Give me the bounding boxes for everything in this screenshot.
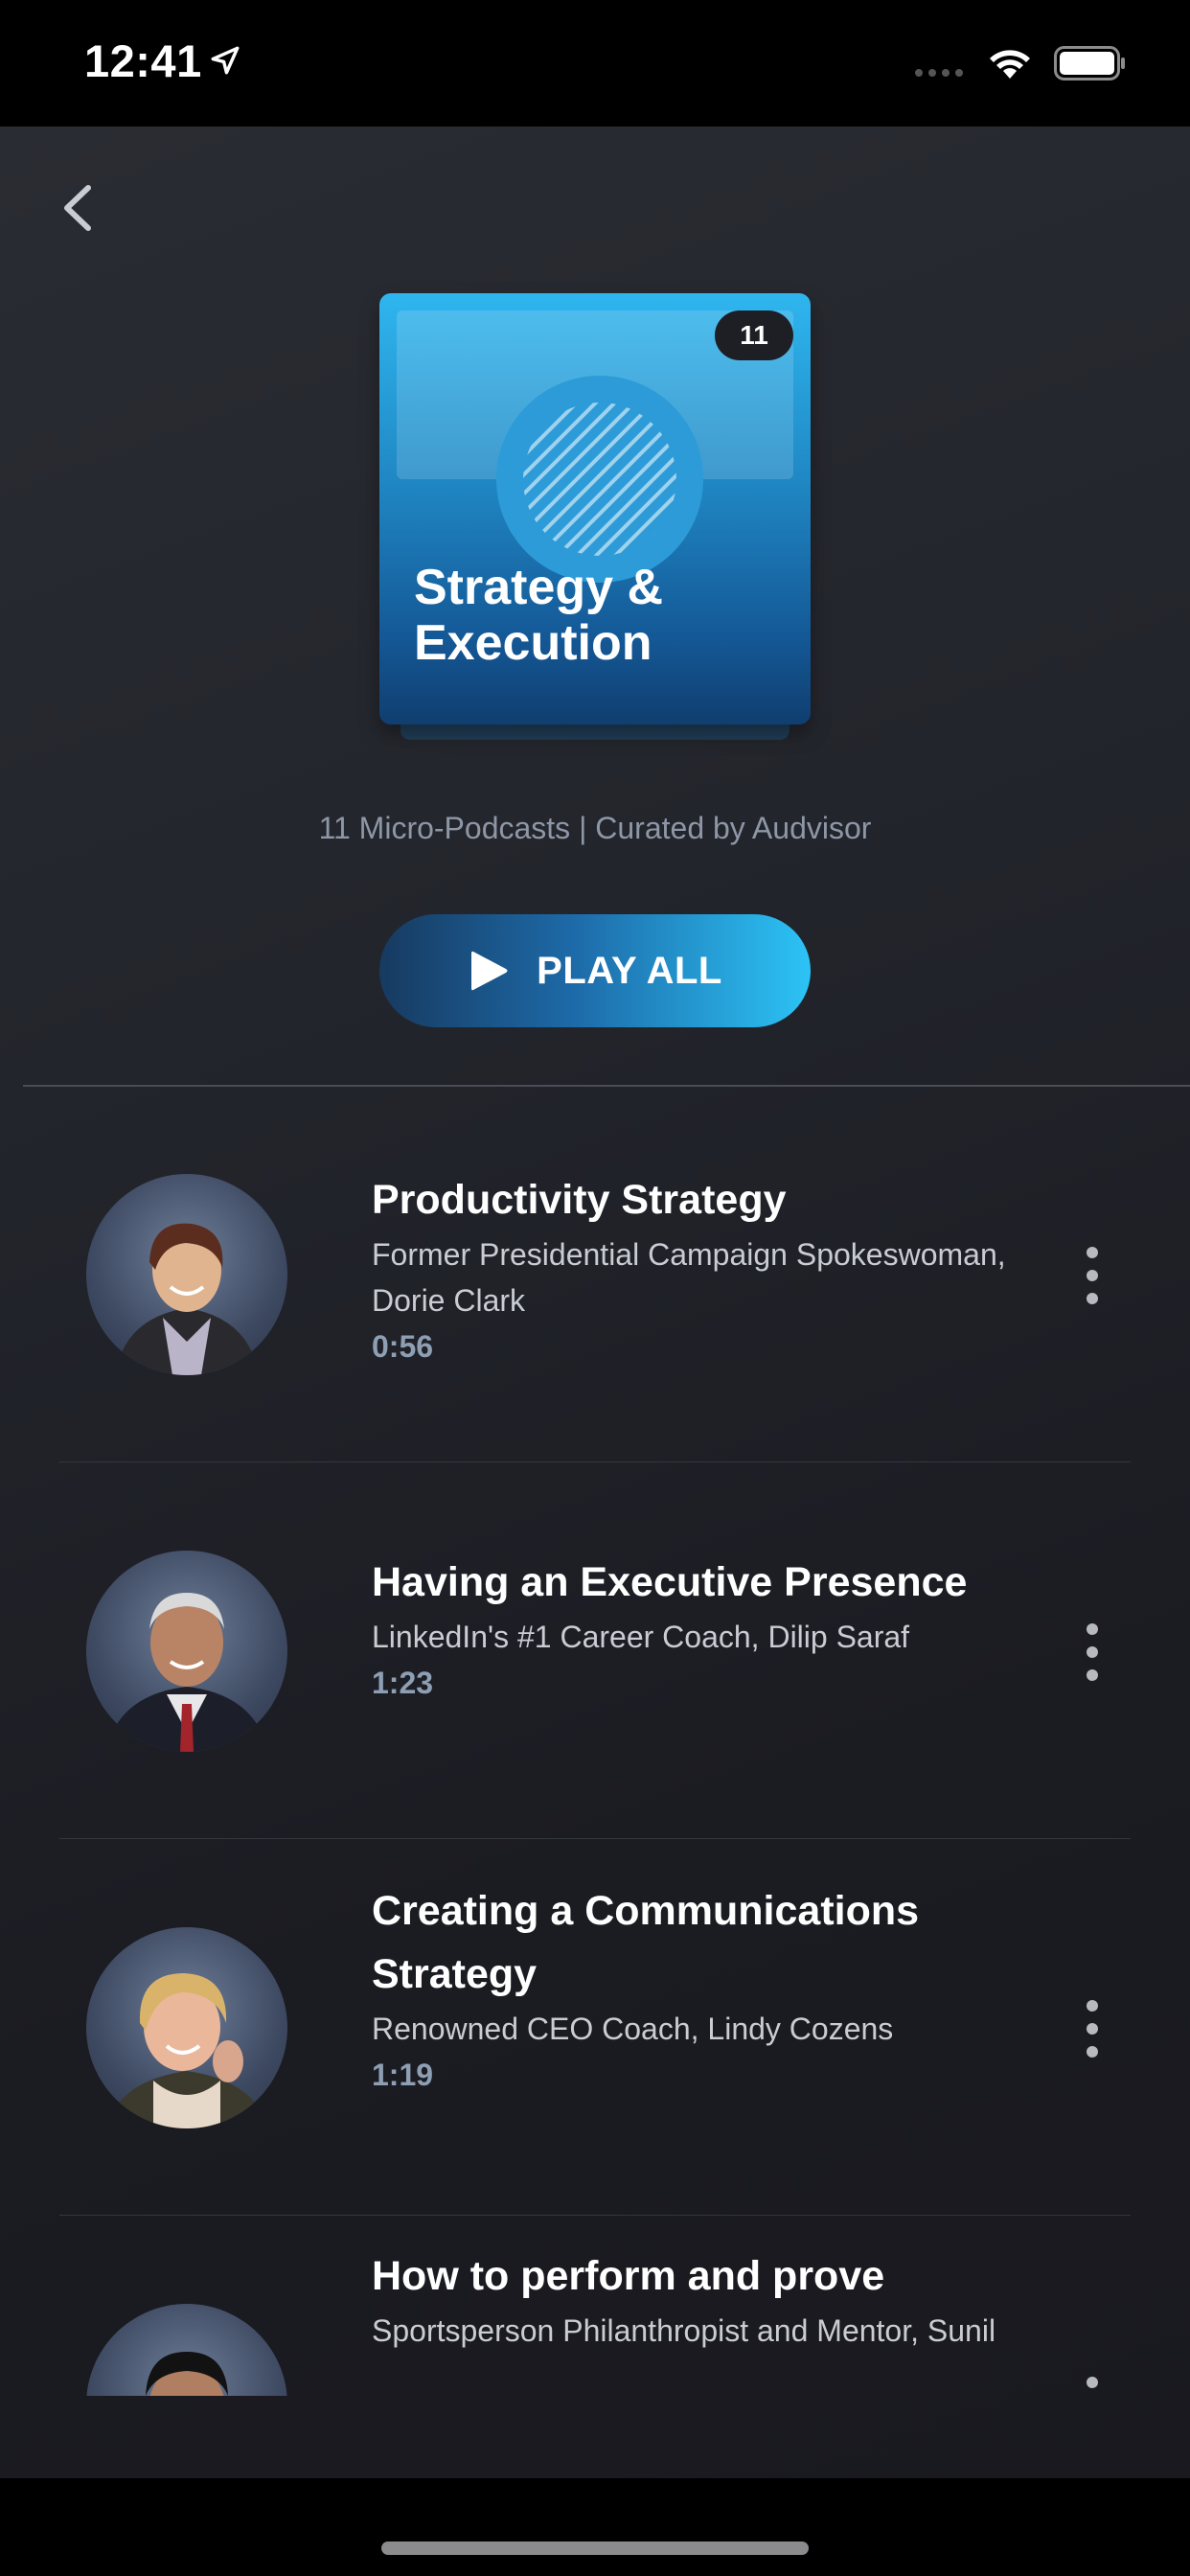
podcast-list-item[interactable]: Creating a Communications Strategy Renow… — [0, 1839, 1190, 2216]
podcast-list-item[interactable]: How to perform and prove Sportsperson Ph… — [0, 2216, 1190, 2396]
cover-title: Strategy & Execution — [414, 560, 778, 671]
item-text: Productivity Strategy Former Presidentia… — [372, 1168, 1042, 1369]
item-title: How to perform and prove — [372, 2253, 885, 2299]
battery-icon — [1054, 46, 1125, 80]
more-options-icon[interactable] — [1083, 1623, 1102, 1681]
item-title: Creating a Communications — [372, 1888, 920, 1934]
cover-logo-icon — [523, 402, 676, 556]
item-author: Former Presidential Campaign Spokeswoman… — [372, 1237, 1006, 1272]
item-author-line-2: Dorie Clark — [372, 1283, 526, 1318]
location-arrow-icon — [211, 46, 240, 75]
item-author: Renowned CEO Coach, Lindy Cozens — [372, 2012, 894, 2046]
home-indicator-area — [0, 2478, 1190, 2576]
podcast-list-item[interactable]: Productivity Strategy Former Presidentia… — [0, 1087, 1190, 1463]
signal-icon — [915, 69, 963, 77]
item-text: How to perform and prove Sportsperson Ph… — [372, 2244, 1042, 2354]
item-text: Having an Executive Presence LinkedIn's … — [372, 1551, 1042, 1706]
item-duration: 0:56 — [372, 1329, 434, 1364]
item-title: Productivity Strategy — [372, 1177, 787, 1223]
item-title-line-2: Strategy — [372, 1951, 538, 1997]
item-duration: 1:19 — [372, 2058, 434, 2092]
back-button[interactable] — [56, 174, 100, 242]
play-all-button[interactable]: PLAY ALL — [379, 914, 811, 1027]
play-all-label: PLAY ALL — [537, 949, 722, 992]
more-options-icon[interactable] — [1083, 2377, 1102, 2396]
avatar — [86, 1174, 287, 1375]
status-time: 12:41 — [84, 35, 202, 86]
episode-count-badge: 11 — [715, 310, 793, 360]
cover-title-line-1: Strategy & — [414, 560, 664, 615]
home-indicator[interactable] — [381, 2542, 809, 2555]
avatar — [86, 1927, 287, 2128]
collection-screen: 11 Strategy & Execution 11 Micro-Podcast… — [0, 126, 1190, 2478]
more-options-icon[interactable] — [1083, 1247, 1102, 1304]
item-text: Creating a Communications Strategy Renow… — [372, 1879, 1042, 2098]
item-author: Sportsperson Philanthropist and Mentor, … — [372, 2313, 996, 2348]
avatar — [86, 2304, 287, 2396]
collection-cover: 11 Strategy & Execution — [379, 293, 811, 724]
podcast-list-item[interactable]: Having an Executive Presence LinkedIn's … — [0, 1462, 1190, 1839]
item-author: LinkedIn's #1 Career Coach, Dilip Saraf — [372, 1620, 910, 1654]
cover-title-line-2: Execution — [414, 615, 652, 671]
status-bar: 12:41 — [0, 0, 1190, 126]
item-title: Having an Executive Presence — [372, 1559, 968, 1605]
item-duration: 1:23 — [372, 1666, 434, 1700]
play-icon — [471, 951, 508, 991]
more-options-icon[interactable] — [1083, 2000, 1102, 2058]
collection-subtitle: 11 Micro-Podcasts | Curated by Audvisor — [318, 811, 872, 845]
wifi-icon — [990, 50, 1030, 79]
avatar — [86, 1551, 287, 1752]
